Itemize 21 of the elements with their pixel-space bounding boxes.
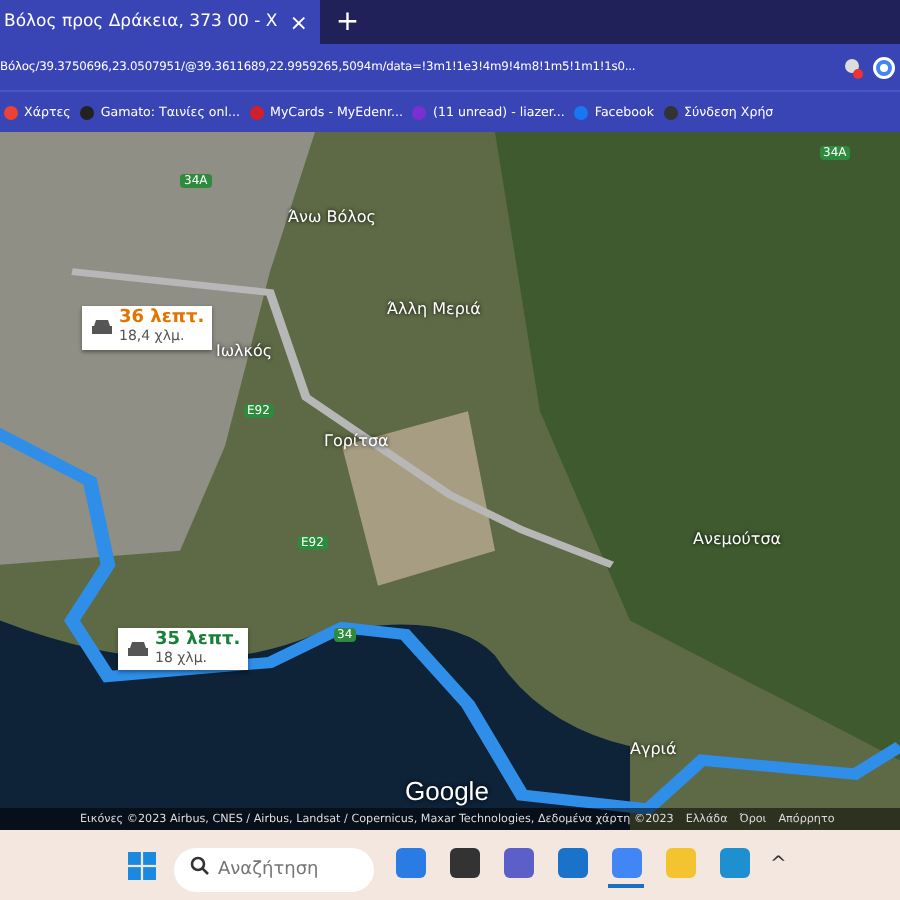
- browser-tab[interactable]: Βόλος προς Δράκεια, 373 00 - X ×: [0, 0, 320, 44]
- place-label: Άνω Βόλος: [288, 208, 376, 227]
- map-logo: Google: [405, 776, 489, 806]
- windows-start-icon[interactable]: [128, 851, 156, 879]
- car-icon: [89, 318, 113, 339]
- route-duration: 35 λεπτ.: [155, 631, 241, 651]
- route-duration: 36 λεπτ.: [119, 310, 205, 329]
- search-icon[interactable]: [190, 855, 210, 875]
- place-label: Αγριά: [630, 739, 677, 758]
- new-tab-button[interactable]: +: [335, 6, 360, 38]
- place-label: Ανεμούτσα: [693, 529, 782, 548]
- taskbar-search-field[interactable]: Αναζήτηση: [174, 847, 374, 891]
- place-label: Άλλη Μεριά: [387, 299, 481, 318]
- place-label: Γορίτσα: [324, 432, 389, 451]
- close-icon[interactable]: ×: [289, 9, 308, 35]
- car-icon: [125, 639, 149, 660]
- satellite-map-drawing[interactable]: [0, 132, 900, 830]
- tray-chevron[interactable]: ^: [770, 854, 787, 876]
- google-icon[interactable]: [872, 55, 896, 79]
- location-icon[interactable]: [840, 55, 864, 79]
- place-label: Ιωλκός: [216, 341, 273, 360]
